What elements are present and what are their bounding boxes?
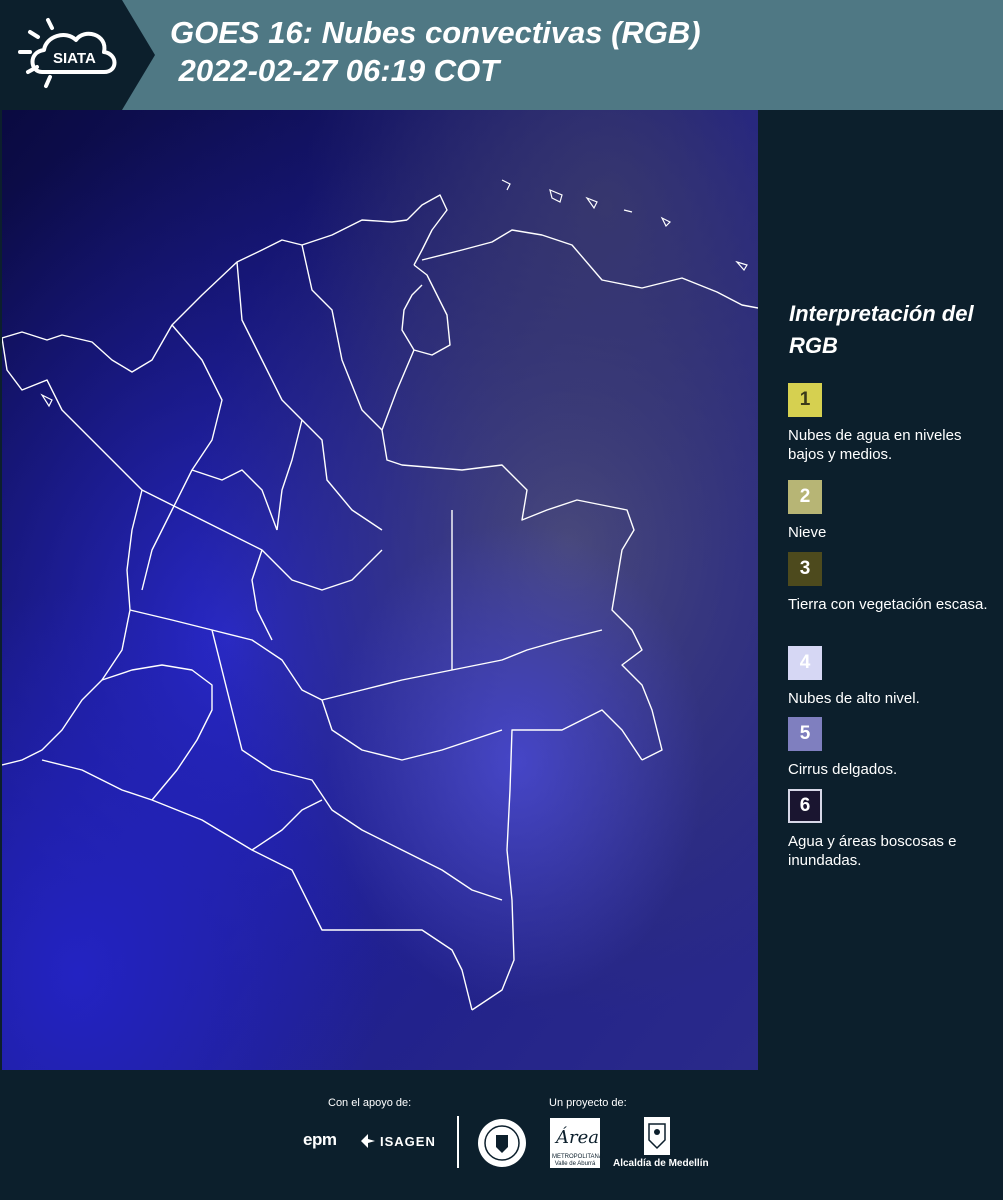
support-label: Con el apoyo de: [328,1097,412,1109]
alcaldia-label: Alcaldía de Medellín [613,1158,709,1169]
legend-panel: Interpretación del RGB 1 Nubes de agua e… [770,110,1003,1070]
header-bar: SIATA GOES 16: Nubes convectivas (RGB) 2… [0,0,1003,110]
legend-item: 2 Nieve [788,480,998,542]
legend-swatch: 5 [788,717,822,751]
svg-text:SIATA: SIATA [53,50,96,67]
legend-item-label: Nubes de alto nivel. [788,690,920,707]
legend-swatch: 2 [788,480,822,514]
legend-item-label: Nieve [788,524,827,541]
legend-swatch-number: 4 [799,652,811,673]
legend-item: 5 Cirrus delgados. [788,717,998,779]
area-logo-text: Área [556,1127,599,1148]
legend-item-label: Cirrus delgados. [788,761,898,778]
legend-swatch-number: 5 [799,723,811,744]
alcaldia-shield-icon [644,1117,670,1155]
legend-swatch-number: 3 [799,558,811,579]
legend-item: 4 Nubes de alto nivel. [788,646,998,708]
siata-logo: SIATA [0,0,155,110]
legend-item-label: Nubes de agua en niveles bajos y medios. [788,427,962,463]
legend-swatch: 4 [788,646,822,680]
isagen-logo: ISAGEN [380,1134,436,1149]
project-label: Un proyecto de: [549,1097,627,1109]
medellin-seal-icon [478,1119,526,1167]
footer-divider [457,1116,459,1168]
legend-item: 1 Nubes de agua en niveles bajos y medio… [788,383,998,464]
legend-title: Interpretación del RGB [789,301,974,358]
area-logo-subtext: METROPOLITANA Valle de Aburrá [552,1154,603,1167]
legend-swatch: 6 [788,789,822,823]
legend-item: 6 Agua y áreas boscosas e inundadas. [788,789,998,870]
isagen-icon [361,1134,375,1148]
legend-swatch: 3 [788,552,822,586]
satellite-map [2,110,758,1070]
legend-swatch-number: 2 [799,486,811,507]
legend-swatch-number: 1 [799,389,811,410]
epm-logo: epm [303,1130,337,1149]
legend-swatch: 1 [788,383,822,417]
legend-item: 3 Tierra con vegetación escasa. [788,552,998,614]
legend-item-label: Tierra con vegetación escasa. [788,596,988,613]
footer: Con el apoyo de: Un proyecto de: epm ISA… [0,1070,1003,1200]
legend-item-label: Agua y áreas boscosas e inundadas. [788,833,957,869]
legend-swatch-number: 6 [799,795,811,816]
page-title: GOES 16: Nubes convectivas (RGB) 2022-02… [170,15,701,88]
